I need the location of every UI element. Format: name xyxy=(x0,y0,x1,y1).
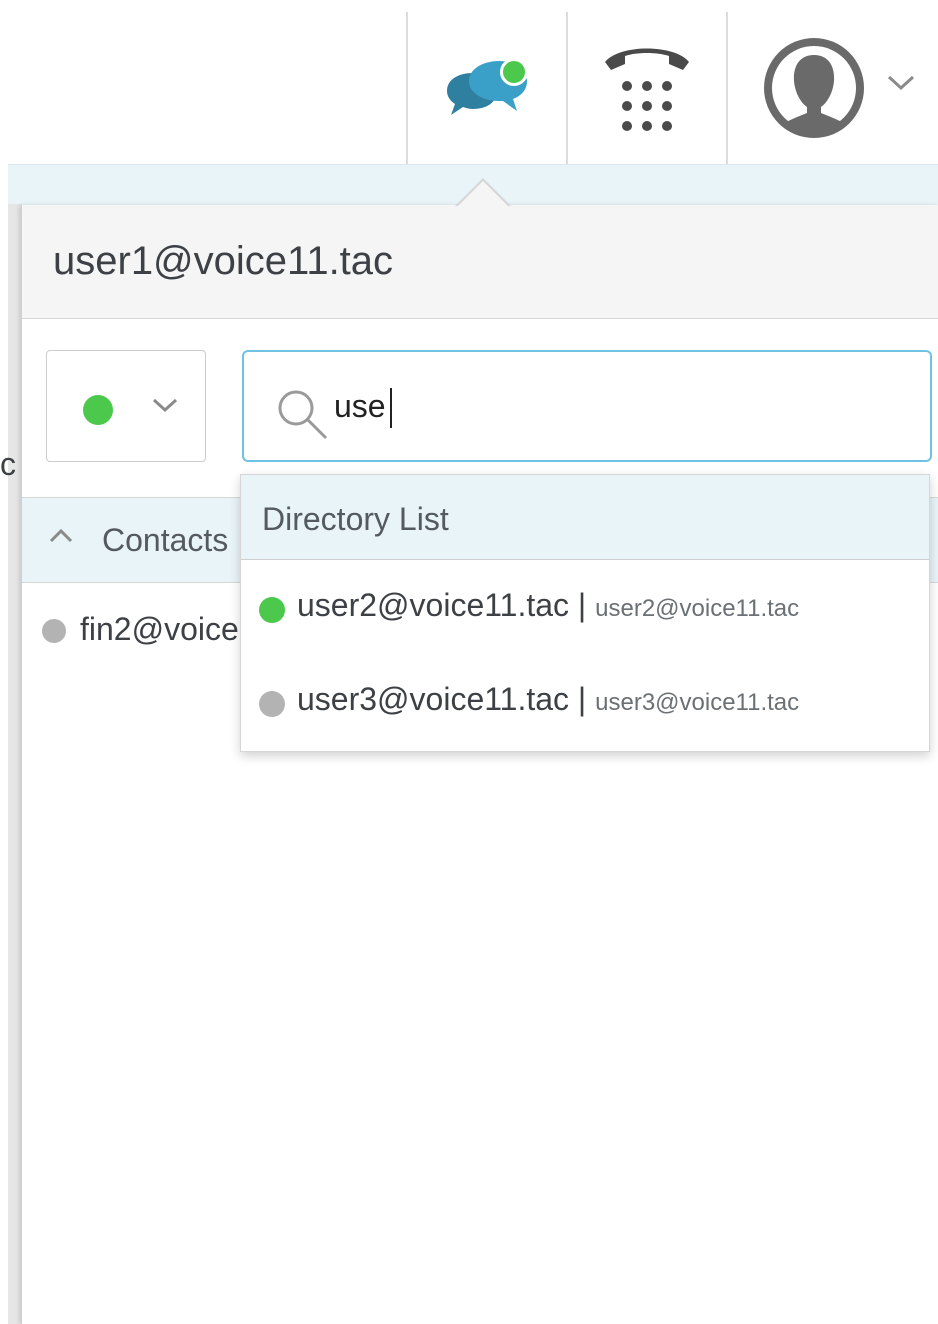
top-toolbar xyxy=(0,0,938,164)
chevron-up-icon xyxy=(49,528,73,543)
chat-button[interactable] xyxy=(408,12,566,164)
search-icon xyxy=(278,390,328,440)
contact-status-dot xyxy=(42,619,66,643)
contact-search-box[interactable] xyxy=(242,350,932,462)
presence-status-select[interactable] xyxy=(46,350,206,462)
popover-header: user1@voice11.tac xyxy=(22,205,938,319)
chevron-down-icon xyxy=(152,398,178,413)
contacts-group-label: Contacts xyxy=(102,522,229,558)
directory-item-secondary: user3@voice11.tac xyxy=(595,689,800,716)
directory-item-separator: | xyxy=(577,587,587,623)
directory-item-text: user2@voice11.tac | user2@voice11.tac xyxy=(297,587,799,624)
dialpad-button[interactable] xyxy=(568,12,726,164)
directory-item-secondary: user2@voice11.tac xyxy=(595,595,800,622)
background-edge xyxy=(0,164,8,1324)
directory-item-separator: | xyxy=(577,681,587,717)
current-user-title: user1@voice11.tac xyxy=(53,239,394,283)
user-menu-button[interactable] xyxy=(728,12,938,164)
popover-caret-inner xyxy=(457,181,509,207)
user-avatar-icon xyxy=(764,38,864,138)
chat-status-dot xyxy=(500,58,528,86)
directory-item-name: user2@voice11.tac xyxy=(297,587,570,623)
page: c user1@voice11.tac Contacts xyxy=(0,0,938,1324)
background-panel xyxy=(8,204,22,1324)
presence-status-dot xyxy=(83,395,113,425)
directory-item-name: user3@voice11.tac xyxy=(297,681,570,717)
dialpad-icon xyxy=(605,48,689,131)
contacts-popover: user1@voice11.tac Contacts fin2@voice xyxy=(21,205,938,1324)
directory-item[interactable]: user3@voice11.tac | user3@voice11.tac xyxy=(241,653,929,747)
directory-status-dot xyxy=(259,691,285,717)
directory-dropdown: Directory List user2@voice11.tac | user2… xyxy=(240,474,930,752)
background-text-fragment: c xyxy=(0,446,16,482)
contact-name: fin2@voice xyxy=(80,611,239,647)
text-cursor xyxy=(390,388,392,428)
directory-header: Directory List xyxy=(241,475,929,560)
directory-status-dot xyxy=(259,597,285,623)
search-input[interactable] xyxy=(334,378,894,434)
directory-item-text: user3@voice11.tac | user3@voice11.tac xyxy=(297,681,799,718)
chevron-down-icon xyxy=(887,75,915,91)
directory-header-label: Directory List xyxy=(262,501,449,537)
directory-item[interactable]: user2@voice11.tac | user2@voice11.tac xyxy=(241,559,929,653)
